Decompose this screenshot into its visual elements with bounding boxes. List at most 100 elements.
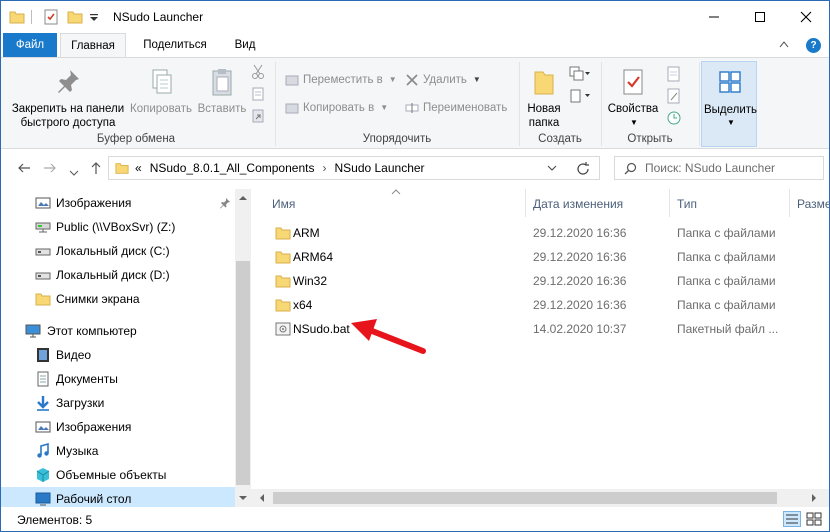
search-box[interactable]: Поиск: NSudo Launcher — [614, 156, 824, 180]
nav-item-screenshots[interactable]: Снимки экрана — [1, 287, 235, 311]
up-button[interactable] — [89, 161, 103, 178]
annotation-arrow-icon — [351, 319, 426, 354]
edit-icon[interactable] — [665, 88, 683, 104]
delete-button[interactable]: Удалить ▼ — [405, 70, 481, 90]
sort-up-icon — [391, 189, 401, 195]
network-drive-icon — [35, 222, 51, 233]
table-row[interactable]: Win32 29.12.2020 16:36 Папка с файлами — [269, 269, 829, 293]
nav-item-label: Снимки экрана — [56, 292, 140, 306]
nav-item-music[interactable]: Музыка — [1, 439, 235, 463]
delete-icon — [406, 74, 418, 86]
scroll-right-icon[interactable] — [811, 494, 817, 502]
properties-icon[interactable] — [43, 9, 59, 25]
paste-icon — [212, 69, 232, 96]
tab-share[interactable]: Поделиться — [131, 33, 219, 57]
properties-icon — [623, 69, 643, 95]
scroll-down-icon[interactable] — [239, 495, 247, 501]
easy-access-icon[interactable] — [569, 88, 591, 104]
refresh-icon[interactable] — [575, 161, 591, 177]
minimize-button[interactable] — [691, 1, 737, 33]
tab-file[interactable]: Файл — [3, 33, 57, 57]
large-icons-view-button[interactable] — [805, 511, 825, 527]
column-header-size[interactable]: Разме — [797, 197, 829, 211]
tab-view[interactable]: Вид — [223, 33, 267, 57]
new-item-icon[interactable] — [569, 66, 591, 82]
nav-scrollbar-thumb[interactable] — [236, 261, 250, 485]
select-button[interactable]: Выделить ▼ — [701, 61, 757, 147]
move-to-button[interactable]: Переместить в ▼ — [285, 70, 397, 90]
clipboard-group-label: Буфер обмена — [96, 133, 176, 145]
properties-button[interactable]: Свойства ▼ — [605, 60, 661, 130]
video-icon — [37, 348, 49, 362]
column-header-type[interactable]: Тип — [677, 197, 697, 211]
scroll-up-icon[interactable] — [239, 195, 247, 201]
music-icon — [37, 443, 49, 458]
help-icon[interactable]: ? — [806, 38, 821, 53]
nav-item-this-pc[interactable]: Этот компьютер — [1, 319, 235, 343]
divider[interactable] — [669, 189, 670, 217]
open-icon[interactable] — [665, 66, 683, 82]
nav-item-label: Рабочий стол — [56, 492, 132, 506]
file-name: ARM64 — [293, 250, 334, 264]
folder-icon — [275, 227, 291, 240]
cut-icon[interactable] — [251, 64, 265, 80]
folder-icon — [275, 251, 291, 264]
customize-toolbar-icon[interactable] — [89, 9, 99, 25]
documents-icon — [37, 371, 49, 387]
nav-item-network-drive[interactable]: Public (\\VBoxSvr) (Z:) — [1, 215, 235, 239]
rename-button[interactable]: Переименовать — [405, 98, 507, 118]
open-group-label: Открыть — [627, 133, 673, 145]
copy-button[interactable]: Копировать — [127, 60, 195, 116]
breadcrumb-overflow[interactable]: « — [135, 157, 142, 179]
copy-to-label: Копировать в — [303, 102, 375, 114]
address-bar[interactable]: « NSudo_8.0.1_All_Components › NSudo Lau… — [108, 156, 600, 180]
nav-item-drive-d[interactable]: Локальный диск (D:) — [1, 263, 235, 287]
file-type: Папка с файлами — [677, 250, 776, 264]
nav-item-pictures[interactable]: Изображения — [1, 415, 235, 439]
chevron-down-icon: ▼ — [630, 118, 638, 127]
divider — [519, 62, 520, 146]
recent-locations-button[interactable] — [69, 165, 79, 180]
details-view-button[interactable] — [783, 511, 803, 527]
pin-icon[interactable] — [219, 197, 231, 209]
nav-item-video[interactable]: Видео — [1, 343, 235, 367]
history-icon[interactable] — [665, 110, 683, 126]
properties-label: Свойства — [607, 103, 659, 115]
address-dropdown-icon[interactable] — [547, 161, 557, 175]
new-folder-button[interactable]: Новая папка — [521, 60, 567, 130]
search-input[interactable]: Поиск: NSudo Launcher — [645, 157, 775, 179]
breadcrumb-item[interactable]: NSudo Launcher — [334, 157, 424, 179]
paste-label: Вставить — [197, 103, 247, 115]
pin-quick-access-button[interactable]: Закрепить на панели быстрого доступа — [7, 60, 129, 130]
divider[interactable] — [525, 189, 526, 217]
tab-home[interactable]: Главная — [60, 33, 126, 58]
table-row[interactable]: ARM 29.12.2020 16:36 Папка с файлами — [269, 221, 829, 245]
pin-icon — [58, 70, 79, 93]
nav-item-pictures-pinned[interactable]: Изображения — [1, 191, 235, 215]
list-horizontal-scrollbar-thumb[interactable] — [273, 492, 777, 504]
nav-item-3d-objects[interactable]: Объемные объекты — [1, 463, 235, 487]
maximize-button[interactable] — [737, 1, 783, 33]
copy-path-icon[interactable] — [251, 86, 265, 102]
chevron-right-icon[interactable]: › — [322, 157, 326, 179]
scroll-left-icon[interactable] — [259, 494, 265, 502]
maximize-icon — [755, 12, 765, 22]
table-row[interactable]: ARM64 29.12.2020 16:36 Папка с файлами — [269, 245, 829, 269]
forward-button[interactable] — [43, 161, 57, 178]
back-button[interactable] — [17, 161, 31, 178]
nav-item-label: Музыка — [56, 444, 99, 458]
nav-item-documents[interactable]: Документы — [1, 367, 235, 391]
chevron-up-icon[interactable] — [779, 40, 789, 48]
breadcrumb-item[interactable]: NSudo_8.0.1_All_Components — [150, 157, 315, 179]
paste-shortcut-icon[interactable] — [251, 108, 265, 124]
paste-button[interactable]: Вставить — [197, 60, 247, 116]
divider[interactable] — [789, 189, 790, 217]
column-header-date[interactable]: Дата изменения — [533, 197, 623, 211]
folder-icon — [275, 275, 291, 288]
close-button[interactable] — [783, 1, 829, 33]
nav-item-drive-c[interactable]: Локальный диск (C:) — [1, 239, 235, 263]
nav-item-downloads[interactable]: Загрузки — [1, 391, 235, 415]
column-header-name[interactable]: Имя — [272, 197, 295, 211]
new-folder-icon[interactable] — [67, 9, 83, 25]
copy-to-button[interactable]: Копировать в ▼ — [285, 98, 388, 118]
